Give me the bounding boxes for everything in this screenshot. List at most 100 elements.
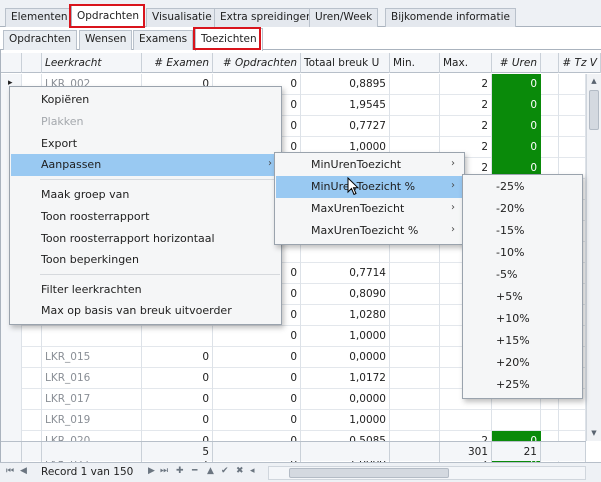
col-min[interactable]: Min.	[390, 53, 440, 73]
cell-breuk[interactable]: 1,0000	[301, 410, 390, 431]
cell-breuk[interactable]: 1,0172	[301, 368, 390, 389]
menu-toon-roosterrapport-horizontaal[interactable]: Toon roosterrapport horizontaal	[11, 228, 280, 250]
cell-breuk[interactable]: 0,8895	[301, 74, 390, 95]
cell-examen[interactable]: 0	[142, 410, 213, 431]
cell-breuk[interactable]: 1,0000	[301, 326, 390, 347]
cell-examen[interactable]: 0	[142, 368, 213, 389]
add-record-icon[interactable]: ✚	[176, 466, 184, 476]
cell-breuk[interactable]: 0,0000	[301, 347, 390, 368]
tab-bijkomende-informatie[interactable]: Bijkomende informatie	[385, 8, 516, 27]
menu-toon-beperkingen[interactable]: Toon beperkingen	[11, 249, 280, 271]
menu-maak-groep[interactable]: Maak groep van	[11, 184, 280, 206]
cell-uren[interactable]	[492, 410, 541, 431]
cell-breuk[interactable]: 0,0000	[301, 389, 390, 410]
cell-breuk[interactable]: 0,7714	[301, 263, 390, 284]
cell-leerkracht[interactable]	[42, 326, 142, 347]
col-leerkracht[interactable]: Leerkracht	[42, 53, 142, 73]
cell-examen[interactable]	[142, 326, 213, 347]
next-record-icon[interactable]: ▶	[148, 466, 155, 476]
cell-examen[interactable]: 0	[142, 389, 213, 410]
col-tz-v[interactable]: # Tz V	[559, 53, 601, 73]
percent-item[interactable]: -15%	[464, 220, 581, 242]
cell-examen[interactable]: 0	[142, 347, 213, 368]
menu-max-breuk-uitvoerder[interactable]: Max op basis van breuk uitvoerder	[11, 300, 280, 322]
footer-spacer	[541, 442, 586, 462]
submenu-max-uren-toezicht-pct[interactable]: MaxUrenToezicht % ›	[276, 220, 463, 242]
cell-leerkracht[interactable]: LKR_016	[42, 368, 142, 389]
subtab-examens[interactable]: Examens	[133, 30, 194, 50]
cell-max[interactable]	[440, 410, 492, 431]
submenu-max-uren-toezicht[interactable]: MaxUrenToezicht ›	[276, 198, 463, 220]
nav-more-icon[interactable]: ◂	[250, 466, 255, 476]
vertical-scroll-thumb[interactable]	[589, 90, 599, 130]
cell-opdrachten[interactable]: 0	[213, 410, 301, 431]
cell-uren[interactable]: 0	[492, 95, 541, 116]
first-record-icon[interactable]: ⏮	[6, 466, 14, 476]
cell-opdrachten[interactable]: 0	[213, 389, 301, 410]
horizontal-scrollbar[interactable]	[268, 466, 586, 480]
percent-item[interactable]: +25%	[464, 374, 581, 396]
edit-record-icon[interactable]: ▲	[207, 466, 214, 476]
percent-item[interactable]: +5%	[464, 286, 581, 308]
subtab-toezichten[interactable]: Toezichten	[195, 28, 263, 51]
cell-breuk[interactable]: 0,7727	[301, 116, 390, 137]
menu-aanpassen[interactable]: Aanpassen ›	[11, 154, 280, 176]
col-uren[interactable]: # Uren	[492, 53, 541, 73]
delete-record-icon[interactable]: ━	[192, 466, 197, 476]
scroll-down-icon[interactable]: ▼	[587, 426, 601, 440]
menu-export[interactable]: Export	[11, 133, 280, 155]
subtab-opdrachten[interactable]: Opdrachten	[3, 30, 78, 50]
subtab-wensen[interactable]: Wensen	[79, 30, 133, 50]
submenu-min-uren-toezicht[interactable]: MinUrenToezicht ›	[276, 154, 463, 176]
cell-max[interactable]: 2	[440, 74, 492, 95]
cell-opdrachten[interactable]: 0	[213, 347, 301, 368]
vertical-scrollbar[interactable]: ▲ ▼	[586, 74, 601, 441]
cell-uren[interactable]: 0	[492, 137, 541, 158]
col-examen[interactable]: # Examen	[142, 53, 213, 73]
cell-uren[interactable]: 0	[492, 74, 541, 95]
table-row[interactable]: LKR_019 0 0 1,0000	[1, 410, 586, 431]
submenu-max-uren-toezicht-label: MaxUrenToezicht	[311, 202, 405, 215]
percent-item[interactable]: +10%	[464, 308, 581, 330]
cell-breuk[interactable]: 1,0280	[301, 305, 390, 326]
cell-breuk[interactable]	[301, 242, 390, 263]
percent-item[interactable]: -20%	[464, 198, 581, 220]
cancel-record-icon[interactable]: ✖	[236, 466, 244, 476]
cell-uren[interactable]: 0	[492, 116, 541, 137]
last-record-icon[interactable]: ⏭	[160, 466, 168, 476]
cell-opdrachten[interactable]: 0	[213, 368, 301, 389]
cell-breuk[interactable]: 1,9545	[301, 95, 390, 116]
cell-opdrachten[interactable]: 0	[213, 326, 301, 347]
prev-record-icon[interactable]: ◀	[20, 466, 27, 476]
cell-leerkracht[interactable]: LKR_017	[42, 389, 142, 410]
cell-empty	[390, 95, 440, 116]
tab-elementen[interactable]: Elementen	[5, 8, 74, 27]
col-totaal-breuk[interactable]: Totaal breuk U	[301, 53, 390, 73]
cell-empty	[559, 137, 586, 158]
horizontal-scroll-thumb[interactable]	[289, 468, 449, 478]
percent-item[interactable]: -10%	[464, 242, 581, 264]
menu-kopieren[interactable]: Kopiëren	[11, 89, 280, 111]
percent-item[interactable]: -25%	[464, 176, 581, 198]
cell-max[interactable]: 2	[440, 116, 492, 137]
menu-toon-roosterrapport[interactable]: Toon roosterrapport	[11, 206, 280, 228]
tab-opdrachten[interactable]: Opdrachten	[71, 5, 146, 28]
menu-filter-leerkrachten[interactable]: Filter leerkrachten	[11, 279, 280, 301]
scroll-up-icon[interactable]: ▲	[587, 74, 601, 88]
submenu-min-uren-toezicht-pct[interactable]: MinUrenToezicht % ›	[276, 176, 463, 198]
tab-uren-week[interactable]: Uren/Week	[309, 8, 379, 27]
post-record-icon[interactable]: ✔	[221, 466, 229, 476]
mouse-cursor-icon	[347, 177, 359, 196]
cell-breuk[interactable]: 0,8090	[301, 284, 390, 305]
tab-visualisatie[interactable]: Visualisatie	[146, 8, 218, 27]
col-max[interactable]: Max.	[440, 53, 492, 73]
cell-leerkracht[interactable]: LKR_015	[42, 347, 142, 368]
aanpassen-submenu: MinUrenToezicht › MinUrenToezicht % › Ma…	[274, 152, 465, 245]
percent-item[interactable]: +20%	[464, 352, 581, 374]
col-opdrachten[interactable]: # Opdrachten	[213, 53, 301, 73]
cell-leerkracht[interactable]: LKR_019	[42, 410, 142, 431]
percent-item[interactable]: +15%	[464, 330, 581, 352]
tab-extra-spreidingen[interactable]: Extra spreidingen	[214, 8, 319, 27]
percent-item[interactable]: -5%	[464, 264, 581, 286]
cell-max[interactable]: 2	[440, 95, 492, 116]
